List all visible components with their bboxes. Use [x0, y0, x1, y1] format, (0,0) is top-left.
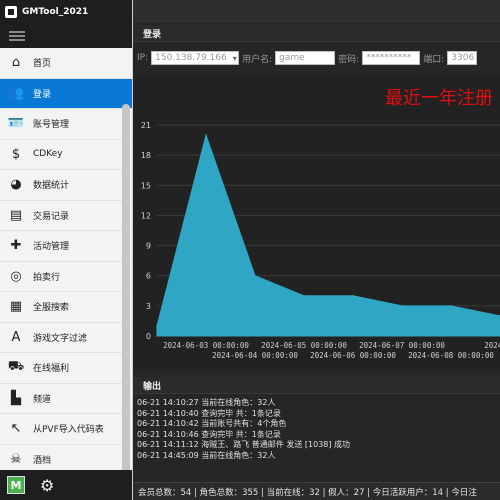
users-icon: 👥: [7, 85, 25, 101]
sidebar-footer: M ⚙: [0, 470, 132, 500]
sidebar-item-12[interactable]: ↖ 从PVF导入代码表: [0, 414, 132, 445]
log-line: 06-21 14:10:42 当前账号共有：4个角色: [137, 419, 287, 428]
chart-title: 最近一年注册: [385, 88, 493, 109]
sidebar-item-8[interactable]: ▦ 全服搜索: [0, 292, 132, 323]
factory-icon: ▙: [11, 390, 21, 406]
sidebar-item-label: 全服搜索: [33, 303, 70, 314]
sidebar-nav: ⌂ 首页 👥 登录 🪪 账号管理 $ CDKey ◕ 数据统计 ▤ 交易记录 ✚ 活动管理 ◎ 拍卖行 ▦ 全服搜…: [0, 48, 132, 475]
x-tick-label: 2024-06-04 00:00:00: [212, 351, 298, 360]
sidebar-item-label: 登录: [33, 89, 52, 100]
registration-chart: 0 3 6 9 12 15 18 21 2024-06-03 00:00:00 2024-06-0…: [133, 76, 500, 370]
log-line: 06-21 14:10:46 查询完毕 共：1条记录: [137, 429, 281, 439]
sidebar-item-2[interactable]: 🪪 账号管理: [0, 109, 132, 140]
data-point: [352, 295, 354, 297]
x-tick-label: 2024-06-06 00:00:00: [310, 351, 396, 360]
sidebar-item-3[interactable]: $ CDKey: [0, 140, 132, 170]
login-section-title: 登录: [133, 25, 500, 42]
y-tick-label: 12: [141, 211, 151, 220]
area-series: [156, 133, 500, 337]
sidebar-item-label: 在线福利: [33, 364, 70, 375]
data-point: [401, 305, 403, 307]
server-icon: ▦: [9, 299, 23, 315]
output-log: 06-21 14:10:27 当前在线角色：32人 06-21 14:10:40 …: [137, 398, 497, 461]
ticket-icon: ✚: [10, 238, 22, 254]
sidebar-item-4[interactable]: ◕ 数据统计: [0, 170, 132, 201]
dollar-icon: $: [11, 146, 21, 162]
pie-chart-icon: ◕: [10, 177, 22, 193]
y-tick-label: 6: [146, 272, 151, 281]
sidebar-item-0[interactable]: ⌂ 首页: [0, 48, 132, 79]
cursor-icon: ↖: [10, 421, 22, 437]
log-line: 06-21 14:11:12 海贼王、路飞 普通邮件 发送 [1038] 成功: [137, 440, 351, 449]
app-header: GMTool_2021: [0, 0, 132, 23]
app-title: GMTool_2021: [22, 6, 89, 17]
y-tick-label: 18: [141, 151, 151, 160]
sidebar-item-5[interactable]: ▤ 交易记录: [0, 201, 132, 231]
sidebar-item-label: 频道: [33, 394, 52, 405]
log-line: 06-21 14:10:27 当前在线角色：32人: [137, 398, 276, 407]
sidebar-item-label: 首页: [33, 59, 52, 70]
x-tick-label: 2024-06-05 00:00:00: [261, 341, 347, 350]
y-tick-label: 3: [146, 302, 151, 311]
sidebar-item-1[interactable]: 👥 登录: [0, 78, 132, 109]
x-tick-label: 2024-06-07 00:00:00: [359, 341, 445, 350]
y-tick-label: 9: [146, 242, 151, 251]
x-tick-label: 2024-06-03 00:00:00: [163, 341, 249, 350]
sidebar-item-label: 活动管理: [33, 242, 70, 253]
sidebar-item-label: 数据统计: [33, 181, 70, 192]
port-label: 端口:: [423, 54, 445, 65]
log-icon: ▤: [9, 207, 23, 223]
sidebar: GMTool_2021 ⌂ 首页 👥 登录 🪪 账号管理 $ CDKey ◕ 数据统计 ▤ 交易记录 ✚…: [0, 0, 133, 500]
sidebar-item-label: 交易记录: [33, 211, 70, 222]
data-point: [156, 325, 158, 327]
log-line: 06-21 14:45:09 当前在线角色：32人: [137, 450, 276, 460]
menu-toggle-icon[interactable]: [0, 23, 132, 48]
y-tick-label: 0: [146, 332, 151, 341]
username-label: 用户名:: [242, 54, 273, 65]
top-strip: [133, 0, 500, 23]
x-tick-label: 2024-06: [484, 341, 500, 350]
data-point: [254, 274, 256, 277]
sidebar-item-label: 账号管理: [33, 120, 70, 131]
data-point: [303, 295, 305, 297]
password-label: 密码:: [338, 54, 360, 65]
port-input[interactable]: 3306: [447, 51, 478, 65]
y-tick-label: 21: [141, 121, 151, 130]
data-point: [450, 305, 452, 307]
sidebar-item-7[interactable]: ◎ 拍卖行: [0, 262, 132, 292]
truck-icon: ⛟: [7, 359, 25, 375]
coins-icon: ◎: [10, 268, 22, 284]
ip-label: IP:: [137, 53, 149, 63]
log-line: 06-21 14:10:40 查询完毕 共：1条记录: [137, 408, 281, 418]
x-tick-label: 2024-06-08 00:00:00: [408, 351, 494, 360]
sidebar-scrollbar[interactable]: [122, 104, 130, 474]
data-point: [205, 134, 207, 136]
app-logo-icon: [5, 5, 17, 18]
output-section-title: 输出: [133, 377, 500, 394]
ip-select[interactable]: 150.138.79.166: [151, 51, 240, 65]
skull-icon: ☠: [10, 451, 22, 467]
sidebar-item-9[interactable]: A 游戏文字过滤: [0, 323, 132, 353]
text-filter-icon: A: [11, 329, 21, 345]
ip-value: 150.138.79.166: [155, 53, 227, 63]
sidebar-item-11[interactable]: ▙ 频道: [0, 384, 132, 414]
m-button[interactable]: M: [7, 476, 25, 494]
sidebar-item-10[interactable]: ⛟ 在线福利: [0, 353, 132, 384]
password-input[interactable]: **********: [362, 51, 421, 65]
username-input[interactable]: game: [275, 51, 336, 65]
main-panel: 登录 IP: 150.138.79.166 用户名: game 密码: ****…: [133, 0, 500, 500]
status-bar: 会员总数：54 | 角色总数：355 | 当前在线：32 | 假人：27 | 今…: [133, 482, 500, 500]
sidebar-item-label: 游戏文字过滤: [33, 333, 88, 344]
login-form: IP: 150.138.79.166 用户名: game 密码: *******…: [133, 47, 500, 69]
sidebar-item-label: 拍卖行: [33, 272, 61, 283]
home-icon: ⌂: [11, 55, 21, 71]
id-card-icon: 🪪: [7, 116, 25, 132]
sidebar-item-label: 酒档: [33, 455, 52, 466]
gear-icon[interactable]: ⚙: [40, 476, 54, 495]
sidebar-item-label: 从PVF导入代码表: [33, 425, 104, 436]
sidebar-item-label: CDKey: [33, 149, 63, 160]
sidebar-item-6[interactable]: ✚ 活动管理: [0, 231, 132, 262]
y-tick-label: 15: [141, 181, 151, 190]
chart-svg: 0369121518212024-06-03 00:00:00 2024-06-0…: [141, 121, 500, 360]
